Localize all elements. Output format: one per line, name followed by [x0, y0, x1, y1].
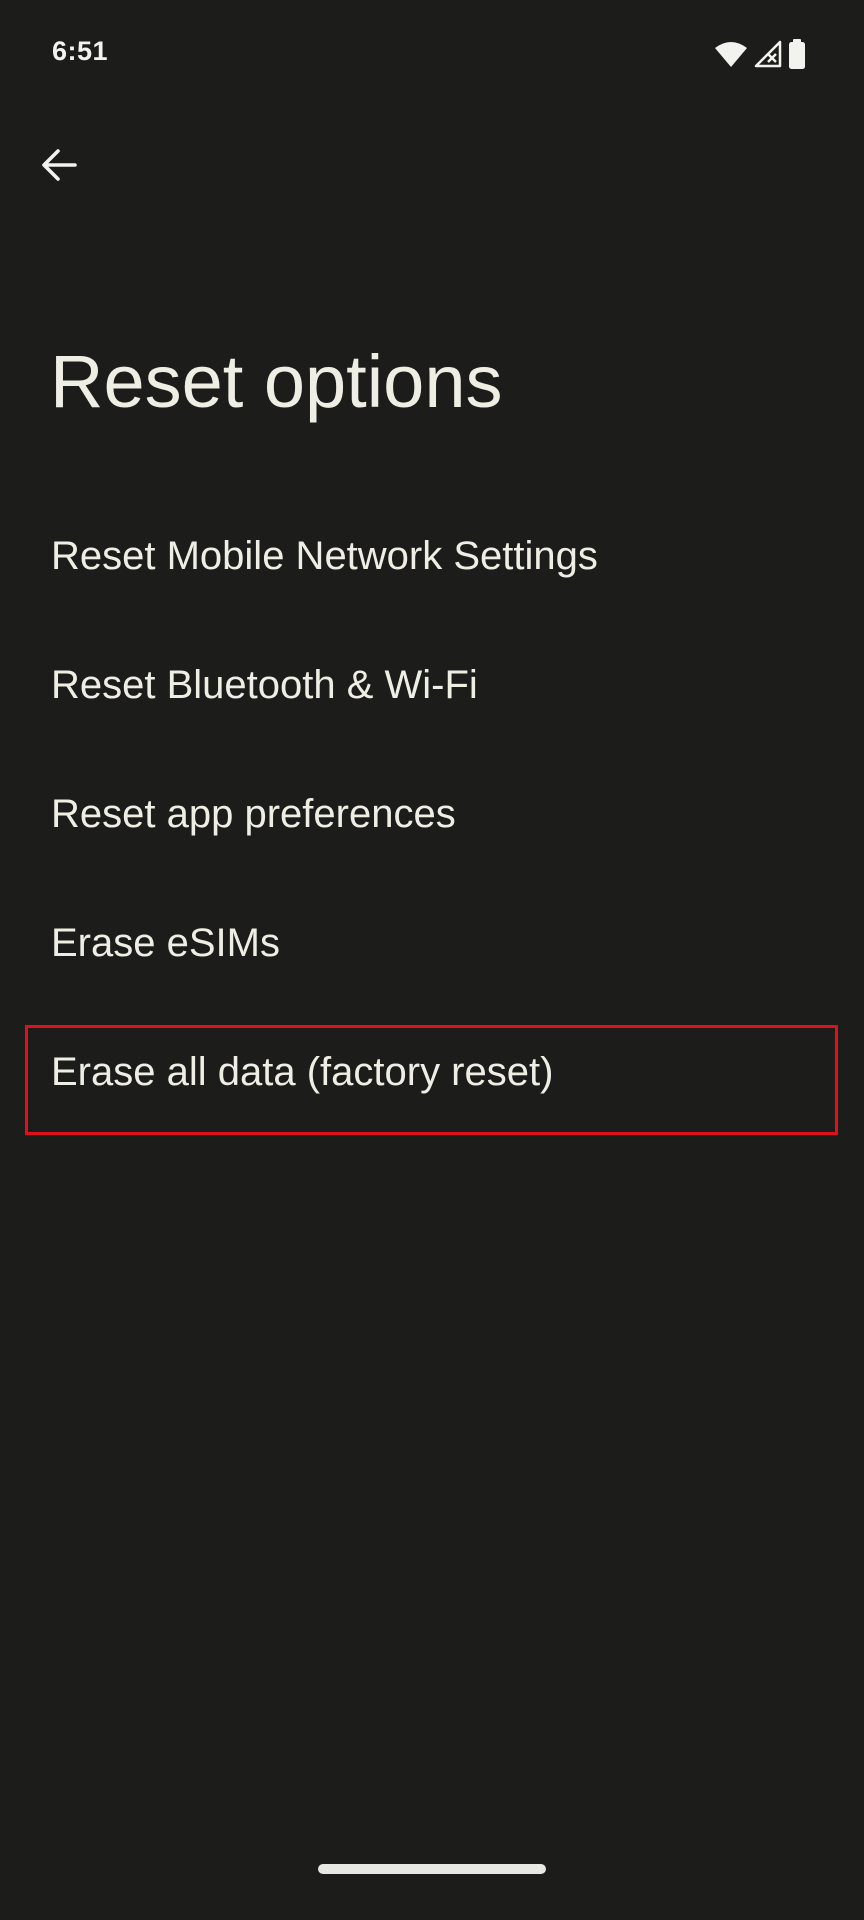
option-erase-esims[interactable]: Erase eSIMs — [0, 879, 864, 1008]
home-indicator[interactable] — [318, 1864, 546, 1874]
page-title: Reset options — [50, 340, 503, 423]
arrow-back-icon — [41, 148, 77, 187]
battery-icon — [788, 39, 806, 69]
option-reset-app-preferences[interactable]: Reset app preferences — [0, 750, 864, 879]
status-icons — [714, 38, 806, 70]
status-time: 6:51 — [52, 36, 109, 66]
wifi-icon — [714, 40, 748, 68]
option-reset-mobile-network[interactable]: Reset Mobile Network Settings — [0, 492, 864, 621]
cellular-no-signal-icon — [754, 40, 782, 68]
option-label: Reset app preferences — [51, 792, 456, 836]
reset-options-list: Reset Mobile Network Settings Reset Blue… — [0, 492, 864, 1137]
option-label: Reset Mobile Network Settings — [51, 534, 598, 578]
back-button[interactable] — [30, 138, 88, 196]
option-label: Reset Bluetooth & Wi-Fi — [51, 663, 478, 707]
option-label: Erase eSIMs — [51, 921, 280, 965]
option-reset-bluetooth-wifi[interactable]: Reset Bluetooth & Wi-Fi — [0, 621, 864, 750]
status-bar: 6:51 — [0, 0, 864, 110]
option-erase-all-data[interactable]: Erase all data (factory reset) — [0, 1008, 864, 1137]
option-label: Erase all data (factory reset) — [51, 1050, 554, 1094]
